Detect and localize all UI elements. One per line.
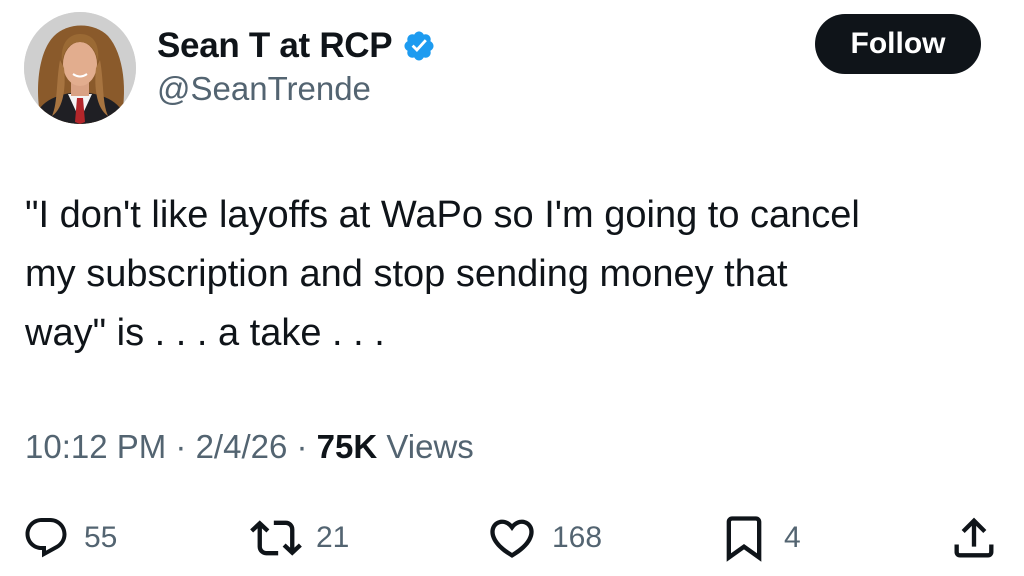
share-button[interactable] [948, 510, 1000, 566]
retweet-button[interactable]: 21 [250, 510, 349, 566]
bookmark-count: 4 [784, 521, 801, 554]
bookmark-icon [726, 516, 762, 562]
author-avatar[interactable] [24, 12, 136, 124]
follow-button[interactable]: Follow [815, 14, 981, 74]
action-bar: 55 21 168 4 [0, 510, 1024, 566]
reply-button[interactable]: 55 [22, 510, 117, 566]
views-label: Views [386, 428, 474, 465]
author-name-row[interactable]: Sean T at RCP [157, 24, 436, 68]
tweet-card: Sean T at RCP @SeanTrende Follow "I don'… [0, 0, 1024, 576]
retweet-count: 21 [316, 521, 350, 554]
heart-icon [490, 519, 534, 558]
tweet-text: "I don't like layoffs at WaPo so I'm goi… [25, 194, 860, 354]
like-count: 168 [552, 521, 603, 554]
reply-icon [25, 518, 67, 558]
like-button[interactable]: 168 [486, 510, 602, 566]
reply-count: 55 [84, 521, 118, 554]
author-handle[interactable]: @SeanTrende [157, 70, 371, 108]
tweet-time[interactable]: 10:12 PM [25, 428, 166, 465]
share-icon [954, 517, 994, 558]
views-count: 75K [316, 428, 378, 465]
bookmark-button[interactable]: 4 [718, 510, 801, 566]
verified-badge-icon [404, 31, 434, 61]
meta-separator: · [287, 428, 317, 465]
tweet-date[interactable]: 2/4/26 [196, 428, 288, 465]
author-name[interactable]: Sean T at RCP [157, 26, 393, 66]
avatar-photo-icon [24, 12, 136, 124]
retweet-icon [250, 520, 302, 556]
meta-separator: · [166, 428, 196, 465]
tweet-meta: 10:12 PM · 2/4/26 · 75K Views [25, 428, 474, 466]
